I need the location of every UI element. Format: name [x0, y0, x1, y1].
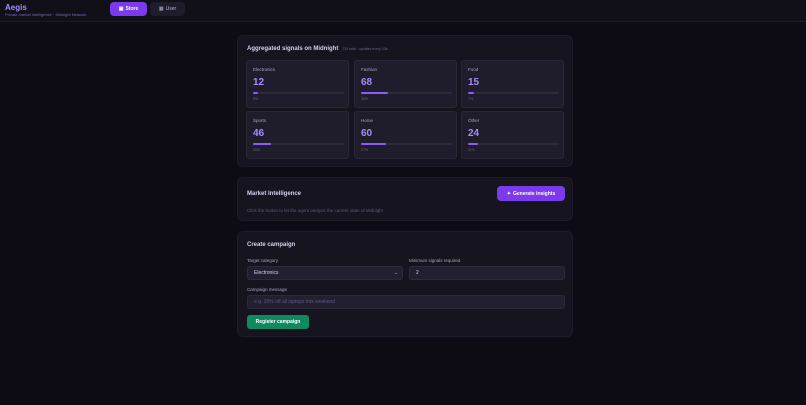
- category-progress-track: [361, 143, 452, 145]
- store-tab-button[interactable]: ▣ Store: [110, 2, 147, 16]
- register-campaign-label: Register campaign: [255, 319, 301, 325]
- register-campaign-button[interactable]: Register campaign: [247, 315, 309, 329]
- category-count: 60: [361, 128, 373, 139]
- category-count: 24: [468, 128, 480, 139]
- category-count: 12: [253, 77, 265, 88]
- category-tile-home: Home 60 27%: [354, 111, 457, 159]
- category-percent: 5%: [253, 97, 259, 101]
- campaign-title: Create campaign: [247, 242, 296, 248]
- category-progress-fill: [468, 92, 475, 94]
- category-progress-fill: [253, 92, 258, 94]
- category-progress-fill: [361, 143, 386, 145]
- category-label: Home: [361, 118, 374, 123]
- campaign-message-label: Campaign message: [247, 287, 288, 292]
- store-icon: ▣: [118, 6, 124, 12]
- app-subtitle: Private market intelligence · Midnight N…: [5, 12, 87, 17]
- intel-title: Market Intelligence: [247, 191, 302, 197]
- category-percent: 27%: [361, 148, 369, 152]
- category-label: Other: [468, 118, 480, 123]
- category-progress-track: [361, 92, 452, 94]
- category-tile-sports: Sports 46 20%: [246, 111, 349, 159]
- category-select-value: Electronics: [254, 270, 279, 276]
- category-tile-electronics: Electronics 12 5%: [246, 60, 349, 108]
- category-count: 68: [361, 77, 373, 88]
- category-label: Sports: [253, 118, 267, 123]
- user-tab-label: User: [165, 6, 177, 12]
- category-count: 46: [253, 128, 265, 139]
- store-tab-label: Store: [125, 6, 139, 12]
- category-count: 15: [468, 77, 480, 88]
- market-intelligence-card: Market Intelligence Click the button to …: [237, 177, 573, 221]
- category-label: Electronics: [253, 67, 276, 72]
- category-percent: 20%: [253, 148, 261, 152]
- generate-insights-button[interactable]: ✦ Generate insights: [497, 186, 565, 201]
- category-progress-track: [253, 92, 344, 94]
- category-select[interactable]: Electronics ⌄: [247, 266, 403, 280]
- category-percent: 7%: [468, 97, 474, 101]
- campaign-message-placeholder: e.g. 20% off all laptops this weekend: [254, 299, 336, 305]
- min-signals-input[interactable]: 2: [409, 266, 565, 280]
- campaign-message-input[interactable]: e.g. 20% off all laptops this weekend: [247, 295, 565, 309]
- signals-meta: 225 total · updates every 10s: [342, 47, 388, 51]
- app-title: Aegis: [5, 3, 27, 12]
- sparkle-icon: ✦: [506, 190, 511, 197]
- min-signals-value: 2: [416, 270, 419, 276]
- category-label: Fashion: [361, 67, 378, 72]
- chevron-down-icon: ⌄: [393, 270, 398, 276]
- min-signals-label: Minimum signals required: [409, 258, 461, 263]
- category-progress-track: [468, 143, 559, 145]
- category-select-label: Target category: [247, 258, 279, 263]
- category-tile-fashion: Fashion 68 30%: [354, 60, 457, 108]
- category-progress-track: [468, 92, 559, 94]
- top-bar: Aegis Private market intelligence · Midn…: [0, 0, 806, 22]
- intel-description: Click the button to let the agent analyz…: [247, 208, 383, 213]
- signals-card: Aggregated signals on Midnight 225 total…: [237, 35, 573, 167]
- category-tile-food: Food 15 7%: [461, 60, 564, 108]
- category-progress-fill: [253, 143, 272, 145]
- signals-title: Aggregated signals on Midnight: [247, 46, 339, 52]
- generate-insights-label: Generate insights: [512, 190, 556, 197]
- category-tile-other: Other 24 11%: [461, 111, 564, 159]
- category-percent: 11%: [468, 148, 475, 152]
- category-percent: 30%: [361, 97, 369, 101]
- category-progress-track: [253, 143, 344, 145]
- create-campaign-card: Create campaign Target category Electron…: [237, 231, 573, 337]
- user-tab-button[interactable]: ▦ User: [150, 2, 185, 16]
- category-progress-fill: [468, 143, 478, 145]
- user-icon: ▦: [158, 6, 164, 12]
- category-progress-fill: [361, 92, 389, 94]
- category-label: Food: [468, 67, 479, 72]
